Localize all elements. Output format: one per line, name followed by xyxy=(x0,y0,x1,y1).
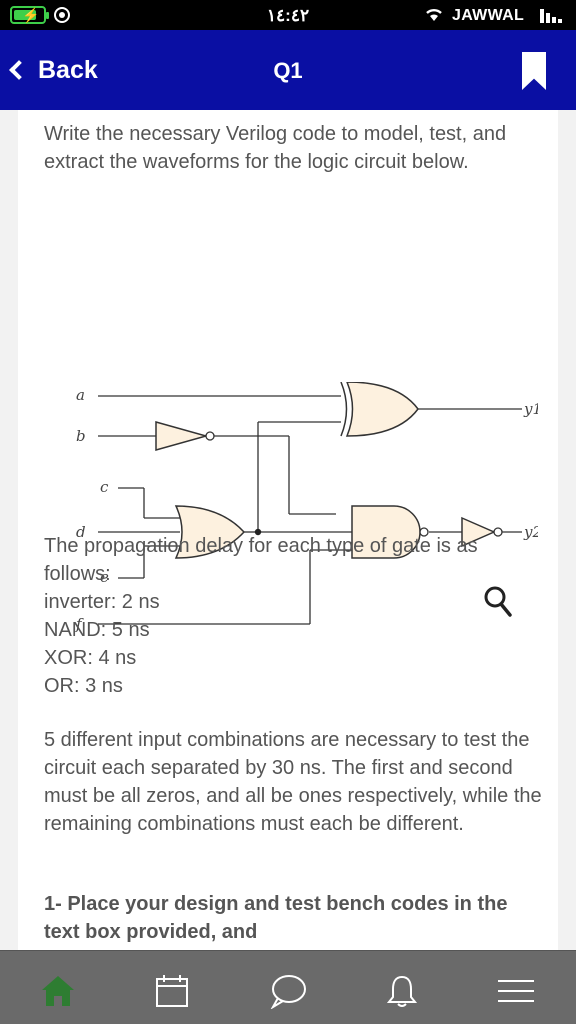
carrier-name: JAWWAL xyxy=(452,7,525,24)
delay-inverter: inverter: 2 ns xyxy=(44,591,160,613)
status-bar: ⚡ ١٤:٤٢ JAWWAL xyxy=(0,0,576,30)
input-label-c: c xyxy=(100,478,109,496)
chevron-left-icon xyxy=(9,60,29,80)
delay-heading: The propagation delay for each type of g… xyxy=(44,535,478,585)
app-header: Back Q1 xyxy=(0,30,576,110)
back-button[interactable]: Back xyxy=(9,52,98,88)
xor-gate xyxy=(340,382,419,437)
question-intro: Write the necessary Verilog code to mode… xyxy=(44,123,507,173)
bottom-nav xyxy=(0,950,576,1024)
bookmark-icon[interactable] xyxy=(522,52,546,90)
input-label-a: a xyxy=(76,386,85,404)
chat-icon[interactable] xyxy=(268,971,308,1011)
question-card: Write the necessary Verilog code to mode… xyxy=(18,110,558,950)
combinations-text: 5 different input combinations are neces… xyxy=(44,729,542,835)
wifi-icon xyxy=(426,8,442,21)
delay-section: The propagation delay for each type of g… xyxy=(44,532,544,700)
bell-icon[interactable] xyxy=(382,971,422,1011)
input-label-b: b xyxy=(76,427,86,445)
delay-or: OR: 3 ns xyxy=(44,675,123,697)
delay-nand: NAND: 5 ns xyxy=(44,619,150,641)
delay-xor: XOR: 4 ns xyxy=(44,647,137,669)
inverter-gate-b xyxy=(155,421,215,451)
menu-icon[interactable] xyxy=(496,971,536,1011)
output-label-y1: y1 xyxy=(523,400,538,418)
back-label: Back xyxy=(38,55,98,84)
task-text: 1- Place your design and test bench code… xyxy=(44,893,508,943)
calendar-icon[interactable] xyxy=(152,971,192,1011)
signal-icon xyxy=(540,9,568,23)
home-icon[interactable] xyxy=(38,971,78,1011)
